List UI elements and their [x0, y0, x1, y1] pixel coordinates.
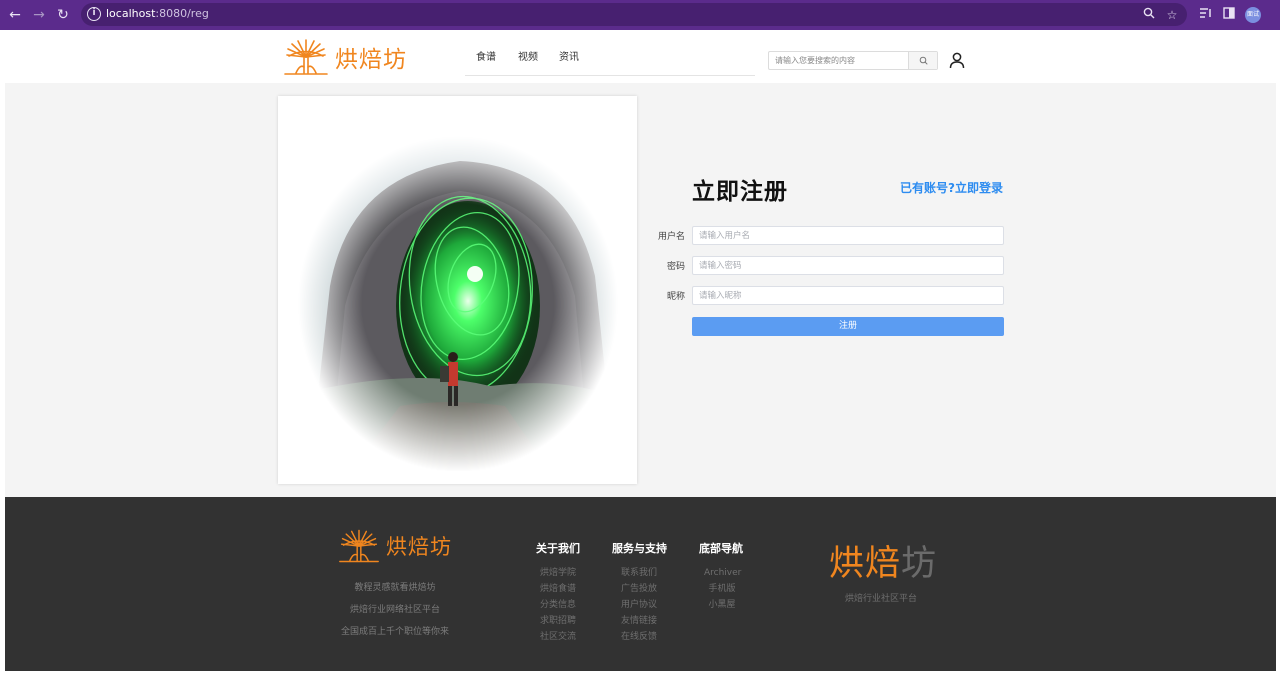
url-text: localhost:8080/reg: [106, 7, 209, 20]
search-box: [768, 51, 938, 70]
site-footer: 烘焙坊 教程灵感就看烘焙坊 烘焙行业网络社区平台 全国成百上千个职位等你来 关于…: [5, 497, 1276, 671]
footer-col-about-links: 烘焙学院 烘焙食谱 分类信息 求职招聘 社区交流: [540, 565, 576, 645]
tree-logo-icon: [339, 529, 379, 563]
site-logo[interactable]: 烘焙坊: [283, 36, 407, 78]
search-input[interactable]: [769, 52, 909, 69]
forward-arrow-icon[interactable]: →: [30, 6, 48, 24]
browser-toolbar: ← → ↻ i localhost:8080/reg ☆ 面试: [0, 0, 1280, 30]
user-icon[interactable]: [949, 52, 965, 69]
nav-recipes[interactable]: 食谱: [476, 48, 496, 63]
site-header: 烘焙坊 食谱 视频 资讯: [0, 30, 1280, 83]
reload-icon[interactable]: ↻: [54, 6, 72, 24]
reading-list-icon[interactable]: [1196, 6, 1214, 24]
login-link[interactable]: 已有账号?立即登录: [900, 179, 1003, 196]
nav-news[interactable]: 资讯: [559, 48, 579, 63]
footer-slogan-1: 教程灵感就看烘焙坊: [354, 583, 436, 593]
nav-videos[interactable]: 视频: [518, 48, 538, 63]
footer-link[interactable]: 在线反馈: [621, 629, 657, 645]
username-label: 用户名: [657, 232, 685, 242]
brand-part-1: 烘焙: [829, 544, 902, 584]
register-title: 立即注册: [692, 179, 788, 205]
footer-brand-wordmark: 烘焙坊: [829, 535, 937, 586]
footer-link[interactable]: 分类信息: [540, 597, 576, 613]
footer-col-service-links: 联系我们 广告投放 用户协议 友情链接 在线反馈: [621, 565, 657, 645]
portal-illustration: [290, 136, 625, 471]
password-input[interactable]: [692, 256, 1004, 275]
footer-col-nav-links: Archiver 手机版 小黑屋: [704, 565, 741, 613]
profile-avatar[interactable]: 面试: [1245, 7, 1261, 23]
footer-link[interactable]: 广告投放: [621, 581, 657, 597]
nickname-row: 昵称: [645, 286, 1005, 305]
footer-link[interactable]: 友情链接: [621, 613, 657, 629]
nickname-label: 昵称: [666, 292, 685, 302]
footer-col-about-title: 关于我们: [536, 542, 580, 555]
footer-link[interactable]: 求职招聘: [540, 613, 576, 629]
tree-logo-icon: [284, 39, 328, 75]
username-row: 用户名: [645, 226, 1005, 245]
footer-logo-text: 烘焙坊: [386, 535, 452, 559]
side-panel-icon[interactable]: [1220, 6, 1238, 24]
register-button[interactable]: 注册: [692, 317, 1004, 336]
address-bar[interactable]: i localhost:8080/reg ☆: [81, 3, 1187, 26]
zoom-icon[interactable]: [1141, 7, 1157, 23]
nickname-input[interactable]: [692, 286, 1004, 305]
footer-brand-subtitle: 烘焙行业社区平台: [845, 594, 918, 604]
footer-logo[interactable]: 烘焙坊: [338, 527, 452, 565]
footer-col-service-title: 服务与支持: [612, 542, 667, 555]
search-button[interactable]: [908, 52, 937, 69]
brand-part-2: 坊: [901, 544, 938, 584]
main-content: 立即注册 已有账号?立即登录 用户名 密码 昵称 注册: [5, 83, 1276, 497]
footer-link[interactable]: 烘焙学院: [540, 565, 576, 581]
footer-slogan-2: 烘焙行业网络社区平台: [349, 605, 440, 615]
password-row: 密码: [645, 256, 1005, 275]
site-info-icon[interactable]: i: [87, 7, 101, 21]
footer-col-nav-title: 底部导航: [699, 542, 743, 555]
footer-link[interactable]: 社区交流: [540, 629, 576, 645]
bookmark-star-icon[interactable]: ☆: [1164, 7, 1180, 23]
footer-link[interactable]: 联系我们: [621, 565, 657, 581]
footer-slogan-3: 全国成百上千个职位等你来: [340, 627, 449, 637]
footer-link[interactable]: 小黑屋: [704, 597, 740, 613]
logo-text: 烘焙坊: [335, 47, 407, 73]
footer-link[interactable]: Archiver: [704, 565, 741, 581]
footer-link[interactable]: 用户协议: [621, 597, 657, 613]
username-input[interactable]: [692, 226, 1004, 245]
password-label: 密码: [666, 262, 685, 272]
search-icon: [919, 56, 928, 65]
back-arrow-icon[interactable]: ←: [6, 6, 24, 24]
footer-link[interactable]: 手机版: [704, 581, 740, 597]
register-image-card: [278, 96, 637, 484]
footer-link[interactable]: 烘焙食谱: [540, 581, 576, 597]
main-nav: 食谱 视频 资讯: [465, 44, 755, 76]
